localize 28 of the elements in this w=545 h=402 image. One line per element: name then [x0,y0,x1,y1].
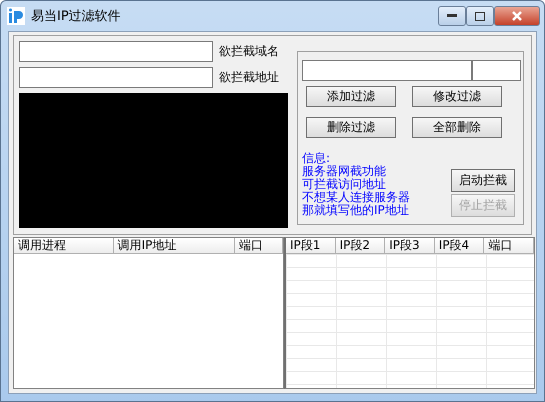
minimize-button[interactable] [438,6,466,26]
filter-button[interactable]: 全部删除 [412,117,502,138]
app-logo-icon [7,7,25,25]
window-title: 易当IP过滤软件 [31,8,122,25]
minimize-icon [447,14,457,18]
close-button[interactable] [494,6,540,26]
filter-button[interactable]: 添加过滤 [306,86,396,107]
intercept-button[interactable]: 启动拦截 [451,169,515,192]
filter-button[interactable]: 删除过滤 [306,117,396,138]
column-header[interactable]: IP段2 [336,238,386,254]
column-header[interactable]: 端口 [484,238,534,254]
ip-field[interactable] [302,60,472,81]
info-text: 信息: 服务器网截功能 可拦截访问地址 不想某人连接服务器 那就填写他的IP地址 [302,152,410,217]
port-field[interactable] [472,60,521,81]
field-label: 欲拦截地址 [219,69,279,86]
column-header[interactable]: 端口 [235,238,283,254]
column-header[interactable]: IP段3 [385,238,435,254]
filter-button[interactable]: 修改过滤 [412,86,502,107]
column-header[interactable]: IP段4 [434,238,484,254]
maximize-button[interactable] [466,6,494,26]
field-label: 欲拦截域名 [219,43,279,60]
column-header[interactable]: 调用进程 [14,238,114,254]
maximize-icon [475,12,485,20]
column-header[interactable]: 调用IP地址 [114,238,236,254]
column-header[interactable]: IP段1 [286,238,336,254]
text-field[interactable] [19,41,213,62]
close-icon [512,11,522,21]
text-field[interactable] [19,67,213,88]
